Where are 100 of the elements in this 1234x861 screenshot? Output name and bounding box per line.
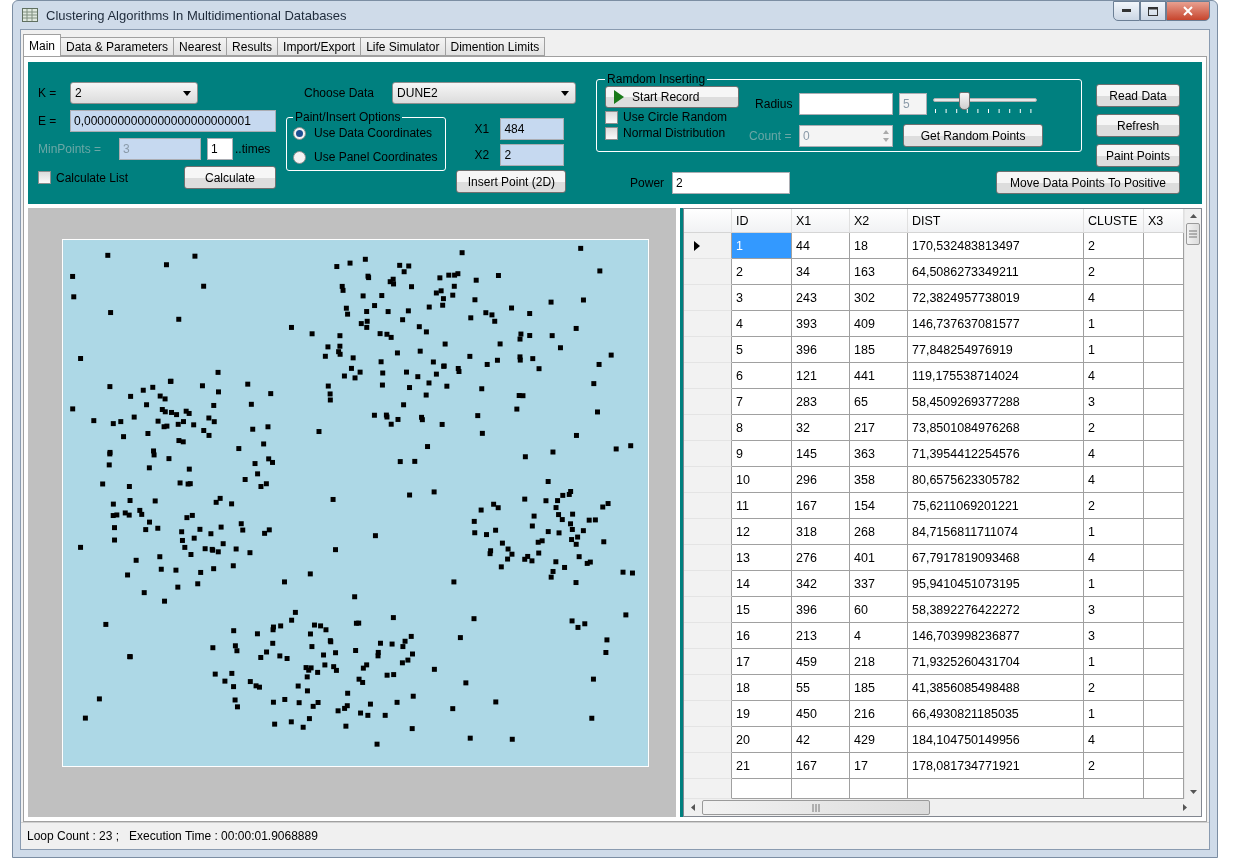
- table-cell: 216: [850, 701, 908, 727]
- table-cell: 185: [850, 675, 908, 701]
- table-cell: 8: [732, 415, 792, 441]
- table-cell: 218: [850, 649, 908, 675]
- table-cell: 80,6575623305782: [908, 467, 1084, 493]
- table-cell: 3: [1084, 597, 1144, 623]
- column-header[interactable]: CLUSTE: [1084, 209, 1144, 233]
- table-cell: [1144, 337, 1184, 363]
- corner-header: [684, 209, 732, 233]
- scrollbar-thumb[interactable]: [702, 800, 930, 815]
- row-header[interactable]: [684, 233, 732, 259]
- checkbox-label: Calculate List: [56, 170, 129, 185]
- table-cell: [850, 779, 908, 799]
- minimize-button[interactable]: [1113, 1, 1140, 21]
- table-cell: 7: [732, 389, 792, 415]
- table-cell: 58,4509269377288: [908, 389, 1084, 415]
- tab[interactable]: Data & Parameters: [60, 37, 175, 56]
- table-cell: 121: [792, 363, 850, 389]
- table-cell: 14: [732, 571, 792, 597]
- get-random-points-button[interactable]: Get Random Points: [903, 124, 1044, 147]
- table-cell: 401: [850, 545, 908, 571]
- radius-label: Radius: [754, 97, 794, 111]
- table-cell: 3: [732, 285, 792, 311]
- x2-field[interactable]: 2: [500, 144, 565, 166]
- table-cell: 178,081734771921: [908, 753, 1084, 779]
- radius-field[interactable]: [799, 93, 894, 115]
- power-label: Power: [630, 175, 665, 190]
- radio-label: Use Panel Coordinates: [314, 150, 438, 164]
- x1-field[interactable]: 484: [500, 118, 565, 140]
- table-cell: 268: [850, 519, 908, 545]
- times-label: ..times: [235, 142, 271, 156]
- group-title: Ramdom Inserting: [606, 72, 707, 86]
- table-cell: 55: [792, 675, 850, 701]
- table-cell: 145: [792, 441, 850, 467]
- close-button[interactable]: [1166, 1, 1210, 21]
- column-header[interactable]: X3: [1144, 209, 1184, 233]
- radio-label: Use Data Coordinates: [314, 126, 433, 140]
- power-field[interactable]: 2: [672, 171, 791, 194]
- side-button[interactable]: Read Data: [1096, 84, 1181, 107]
- table-cell: 84,7156811711074: [908, 519, 1084, 545]
- table-cell: 32: [792, 415, 850, 441]
- column-header[interactable]: ID: [732, 209, 792, 233]
- insert-point-button[interactable]: Insert Point (2D): [456, 170, 567, 193]
- start-record-button[interactable]: Start Record: [605, 86, 740, 108]
- grip-icon: [812, 803, 820, 812]
- column-header[interactable]: X1: [792, 209, 850, 233]
- table-cell: 1: [732, 233, 792, 259]
- column-header[interactable]: DIST: [908, 209, 1084, 233]
- e-field[interactable]: 0,0000000000000000000000001: [70, 110, 276, 132]
- horizontal-scrollbar[interactable]: [684, 799, 1201, 816]
- table-cell: [1084, 779, 1144, 799]
- tab[interactable]: Life Simulator: [360, 37, 446, 56]
- minpoints-label: MinPoints =: [38, 142, 103, 156]
- table-cell: [1144, 675, 1184, 701]
- table-cell: 302: [850, 285, 908, 311]
- checkbox[interactable]: [605, 126, 619, 140]
- table-cell: 363: [850, 441, 908, 467]
- table-cell: [1144, 597, 1184, 623]
- maximize-button[interactable]: [1140, 1, 1166, 21]
- table-cell: 10: [732, 467, 792, 493]
- tab[interactable]: Import/Export: [277, 37, 362, 56]
- checkbox[interactable]: [605, 110, 619, 124]
- tab[interactable]: Main: [23, 34, 61, 56]
- move-points-button[interactable]: Move Data Points To Positive: [996, 171, 1181, 194]
- table-cell: 42: [792, 727, 850, 753]
- radio-button[interactable]: [293, 150, 306, 164]
- table-cell: 185: [850, 337, 908, 363]
- tab[interactable]: Dimention Limits: [444, 37, 546, 56]
- table-cell: [1144, 571, 1184, 597]
- maximize-icon: [1148, 6, 1158, 16]
- vertical-scrollbar[interactable]: [1184, 209, 1201, 799]
- app-icon: [22, 8, 38, 22]
- table-cell: 396: [792, 597, 850, 623]
- table-cell: 1: [1084, 337, 1144, 363]
- tab[interactable]: Nearest: [173, 37, 228, 56]
- table-cell: 276: [792, 545, 850, 571]
- calculate-button[interactable]: Calculate: [184, 166, 276, 189]
- k-dropdown[interactable]: 2: [70, 82, 198, 104]
- times-field[interactable]: 1: [207, 138, 233, 160]
- table-cell: 2: [1084, 493, 1144, 519]
- table-cell: 6: [732, 363, 792, 389]
- checkbox[interactable]: [38, 171, 51, 184]
- table-cell: 16: [732, 623, 792, 649]
- radio-button[interactable]: [293, 126, 306, 140]
- table-cell: 1: [1084, 649, 1144, 675]
- table-cell: 167: [792, 753, 850, 779]
- table-cell: 163: [850, 259, 908, 285]
- table-cell: [1144, 441, 1184, 467]
- x2-label: X2: [474, 148, 491, 162]
- table-cell: 17: [732, 649, 792, 675]
- side-button[interactable]: Paint Points: [1096, 144, 1181, 167]
- data-dropdown[interactable]: DUNE2: [392, 82, 577, 104]
- tab[interactable]: Results: [226, 37, 279, 56]
- scrollbar-thumb[interactable]: [1186, 223, 1200, 245]
- side-button[interactable]: Refresh: [1096, 114, 1181, 137]
- radius-slider[interactable]: [933, 92, 1038, 116]
- table-cell: 64,5086273349211: [908, 259, 1084, 285]
- table-cell: 459: [792, 649, 850, 675]
- table-cell: 95,9410451073195: [908, 571, 1084, 597]
- column-header[interactable]: X2: [850, 209, 908, 233]
